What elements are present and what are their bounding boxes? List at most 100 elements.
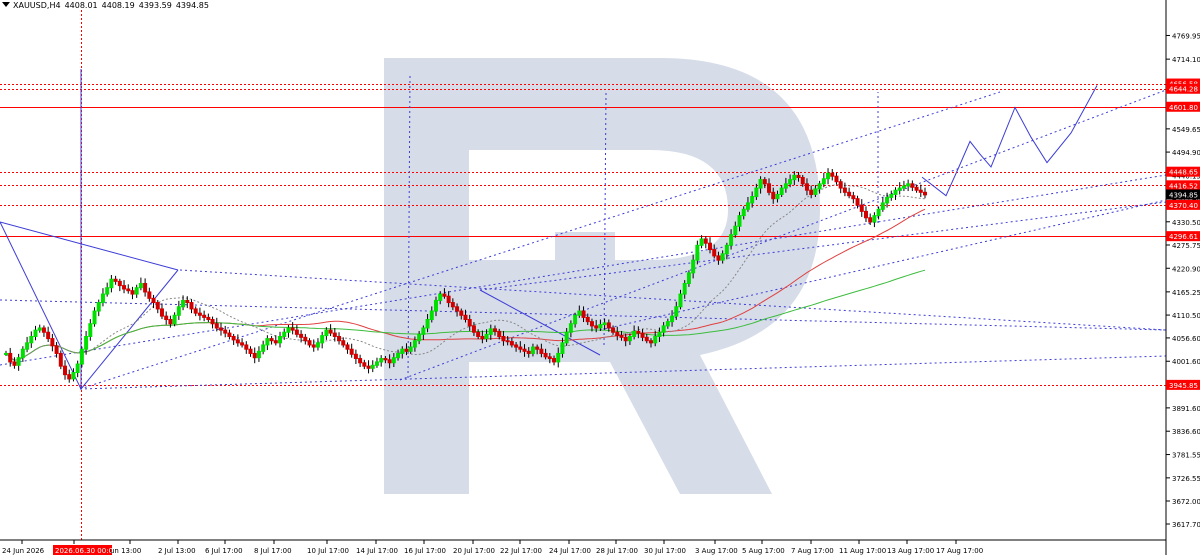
candle-body <box>383 358 388 361</box>
candle-body <box>817 183 822 190</box>
price-tick-label: 3726.55 <box>1172 475 1200 483</box>
candle-body <box>12 361 17 366</box>
candle-body <box>181 299 186 308</box>
candle-body <box>63 365 68 376</box>
candle-body <box>471 325 476 333</box>
candle-body <box>783 183 788 189</box>
candle-body <box>20 348 25 359</box>
candle-body <box>202 314 207 318</box>
candle-body <box>341 340 346 346</box>
candle-body <box>665 321 670 327</box>
candle-body <box>788 179 793 185</box>
candle-body <box>370 364 375 369</box>
candle-body <box>278 335 283 344</box>
candle-body <box>863 210 868 219</box>
time-tick-label: 2 Jul 13:00 <box>158 547 196 555</box>
candle-body <box>214 323 219 329</box>
candle-body <box>286 327 291 333</box>
candle-body <box>792 174 797 181</box>
candle-body <box>830 172 835 177</box>
candle-body <box>918 189 923 193</box>
candle-body <box>741 208 746 217</box>
candle-body <box>615 331 620 337</box>
watermark-logo <box>384 58 820 494</box>
candle-body <box>560 342 565 354</box>
candle-body <box>223 329 228 334</box>
candle-body <box>568 323 573 333</box>
candle-body <box>79 348 84 365</box>
time-tick-label: 14 Jul 17:00 <box>356 547 398 555</box>
candle-body <box>826 172 831 180</box>
price-chart[interactable]: 4769.954714.104659.354604.604549.654494.… <box>0 0 1200 555</box>
price-tick-label: 4549.65 <box>1172 126 1200 134</box>
candle-body <box>155 302 160 310</box>
candle-body <box>767 183 772 193</box>
candle-body <box>168 319 173 325</box>
candle-body <box>889 193 894 198</box>
candle-body <box>724 244 729 255</box>
candle-body <box>442 293 447 297</box>
candle-body <box>497 330 502 337</box>
candle-body <box>349 348 354 355</box>
candle-body <box>193 308 198 314</box>
candle-body <box>46 331 51 340</box>
candle-body <box>41 327 46 333</box>
candle-body <box>337 335 342 342</box>
candle-body <box>804 183 809 191</box>
candle-body <box>573 314 578 325</box>
forecast-path <box>921 85 1098 197</box>
candle-body <box>501 335 506 342</box>
candle-body <box>176 306 181 316</box>
price-tick-label: 4494.90 <box>1172 149 1200 157</box>
candle-body <box>391 357 396 364</box>
candle-body <box>796 174 801 178</box>
candle-body <box>256 350 261 359</box>
candle-body <box>855 198 860 206</box>
candle-body <box>117 280 122 287</box>
candle-body <box>598 324 603 329</box>
candle-body <box>379 358 384 363</box>
time-tick-label: 24 Jun 2026 <box>2 547 45 555</box>
candle-body <box>754 187 759 198</box>
candle-body <box>691 259 696 274</box>
time-tick-label: 24 Jul 17:00 <box>549 547 591 555</box>
candle-body <box>699 238 704 246</box>
candle-body <box>84 335 89 350</box>
candle-body <box>185 299 190 304</box>
candle-body <box>358 358 363 364</box>
candle-body <box>703 238 708 244</box>
time-tick-label: 10 Jul 17:00 <box>307 547 349 555</box>
candle-body <box>885 196 890 204</box>
candle-body <box>686 272 691 284</box>
candle-body <box>92 310 97 325</box>
candle-body <box>122 285 127 290</box>
candle-body <box>695 244 700 261</box>
level-label-text: 4601.80 <box>1169 104 1198 112</box>
candle-body <box>100 293 105 304</box>
candle-body <box>345 344 350 350</box>
candle-body <box>505 340 510 343</box>
candle-body <box>762 179 767 185</box>
candle-body <box>535 346 540 350</box>
candle-body <box>606 322 611 329</box>
candle-body <box>88 323 93 337</box>
candle-body <box>374 361 379 366</box>
candle-body <box>269 338 274 342</box>
candle-body <box>58 352 63 367</box>
candle-body <box>421 327 426 335</box>
candle-body <box>611 327 616 333</box>
candle-body <box>648 340 653 344</box>
candle-body <box>446 295 451 304</box>
candle-body <box>164 315 169 321</box>
candle-body <box>273 340 278 344</box>
candle-body <box>96 302 101 312</box>
candle-body <box>581 310 586 318</box>
candle-body <box>821 178 826 185</box>
candle-body <box>745 202 750 210</box>
level-label-text: 4296.61 <box>1169 233 1198 241</box>
candle-body <box>37 327 42 331</box>
candle-body <box>577 310 582 316</box>
candle-body <box>299 333 304 338</box>
candle-body <box>623 336 628 342</box>
candle-body <box>248 348 253 354</box>
